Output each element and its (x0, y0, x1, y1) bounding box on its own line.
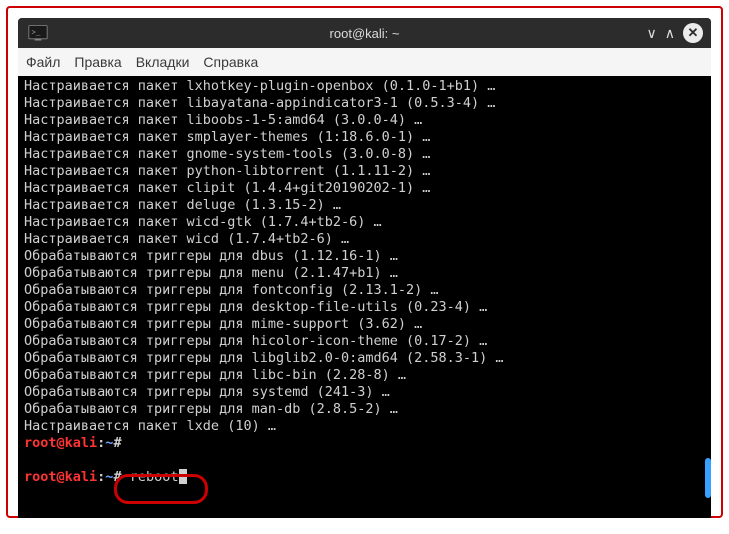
output-line: Настраивается пакет python-libtorrent (1… (24, 163, 705, 180)
terminal-output[interactable]: Настраивается пакет lxhotkey-plugin-open… (18, 76, 711, 518)
output-line: Обрабатываются триггеры для mime-support… (24, 316, 705, 333)
maximize-button[interactable]: ∧ (665, 25, 675, 42)
menubar: Файл Правка Вкладки Справка (18, 48, 711, 76)
prompt-line-previous: root@kali:~# (24, 435, 705, 452)
close-button[interactable]: ✕ (683, 23, 703, 43)
terminal-icon: >_ (28, 24, 48, 42)
window-title: root@kali: ~ (330, 26, 400, 41)
output-line: Обрабатываются триггеры для libglib2.0-0… (24, 350, 705, 367)
cursor (179, 469, 187, 484)
window-controls: ∨ ∧ ✕ (647, 23, 712, 43)
menu-edit[interactable]: Правка (74, 54, 121, 70)
output-line: Обрабатываются триггеры для systemd (241… (24, 384, 705, 401)
output-line: Обрабатываются триггеры для fontconfig (… (24, 282, 705, 299)
menu-file[interactable]: Файл (26, 54, 60, 70)
output-line: Обрабатываются триггеры для man-db (2.8.… (24, 401, 705, 418)
scrollbar-thumb[interactable] (705, 458, 711, 498)
annotation-outer-border: >_ root@kali: ~ ∨ ∧ ✕ Файл Правка Вкладк… (6, 6, 723, 518)
current-command: reboot (130, 469, 179, 485)
output-line: Обрабатываются триггеры для desktop-file… (24, 299, 705, 316)
prompt-symbol: # (113, 469, 121, 485)
svg-text:>_: >_ (31, 30, 41, 38)
output-line: Настраивается пакет wicd-gtk (1.7.4+tb2-… (24, 214, 705, 231)
prompt-userhost: root@kali (24, 469, 97, 485)
prompt-line-current[interactable]: root@kali:~# reboot (24, 469, 705, 486)
output-line: Настраивается пакет smplayer-themes (1:1… (24, 129, 705, 146)
output-line: Настраивается пакет lxde (10) … (24, 418, 705, 435)
output-line: Настраивается пакет clipit (1.4.4+git201… (24, 180, 705, 197)
output-line: Обрабатываются триггеры для hicolor-icon… (24, 333, 705, 350)
output-line: Настраивается пакет gnome-system-tools (… (24, 146, 705, 163)
terminal-window: >_ root@kali: ~ ∨ ∧ ✕ Файл Правка Вкладк… (18, 18, 711, 518)
prompt-symbol: # (113, 435, 121, 451)
close-icon: ✕ (688, 25, 699, 41)
minimize-button[interactable]: ∨ (647, 25, 657, 42)
menu-tabs[interactable]: Вкладки (136, 54, 190, 70)
output-line: Обрабатываются триггеры для libc-bin (2.… (24, 367, 705, 384)
output-line: Настраивается пакет libayatana-appindica… (24, 95, 705, 112)
prompt-userhost: root@kali (24, 435, 97, 451)
output-line: Обрабатываются триггеры для menu (2.1.47… (24, 265, 705, 282)
scrollbar[interactable] (703, 104, 711, 506)
output-line: Обрабатываются триггеры для dbus (1.12.1… (24, 248, 705, 265)
output-line: Настраивается пакет liboobs-1-5:amd64 (3… (24, 112, 705, 129)
menu-help[interactable]: Справка (203, 54, 258, 70)
output-line: Настраивается пакет deluge (1.3.15-2) … (24, 197, 705, 214)
titlebar: >_ root@kali: ~ ∨ ∧ ✕ (18, 18, 711, 48)
output-line: Настраивается пакет lxhotkey-plugin-open… (24, 78, 705, 95)
output-line: Настраивается пакет wicd (1.7.4+tb2-6) … (24, 231, 705, 248)
